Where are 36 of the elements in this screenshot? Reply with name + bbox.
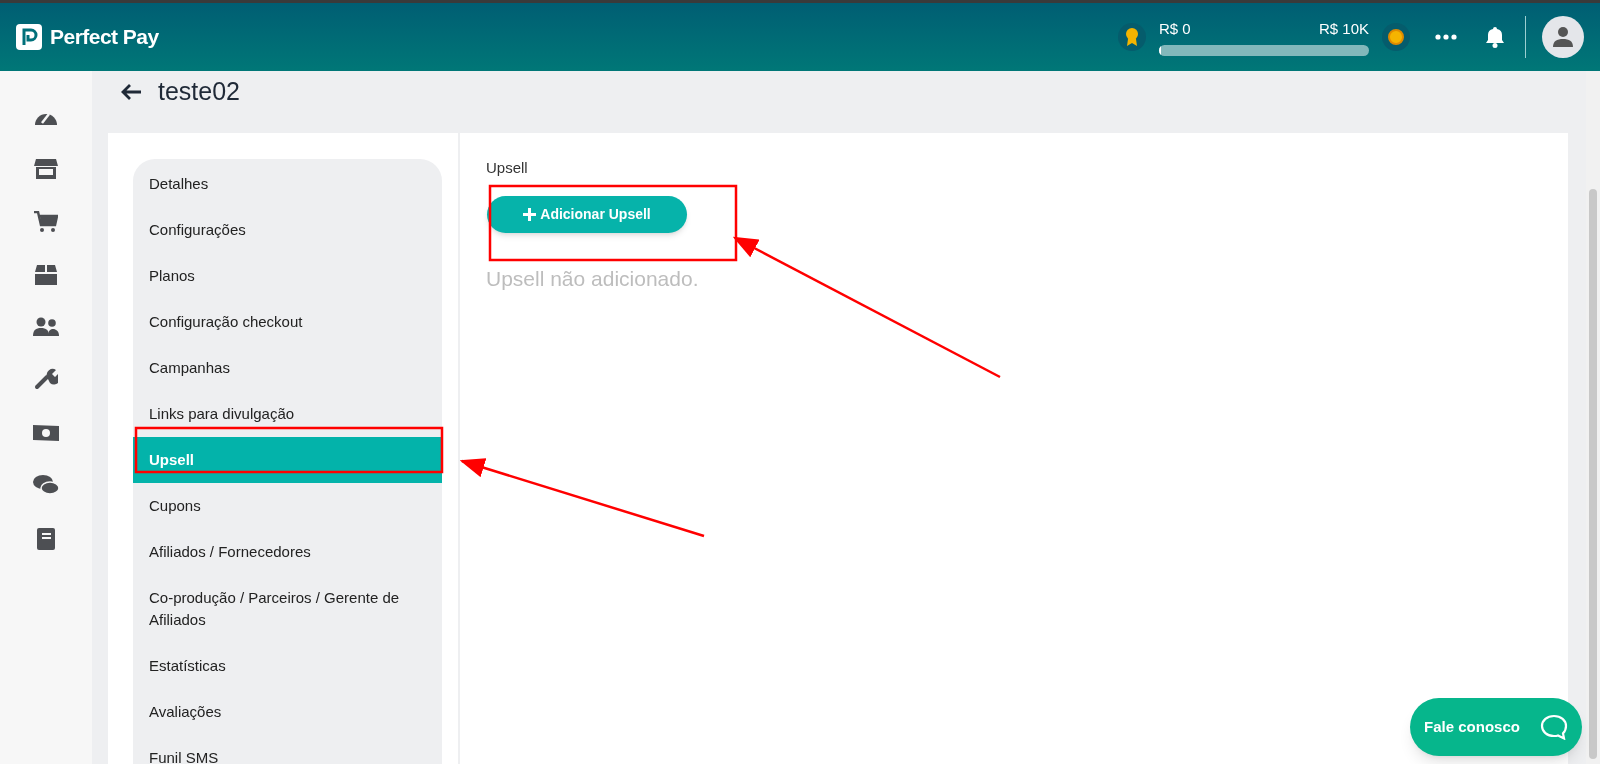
cart-icon[interactable] [34, 211, 58, 233]
menu-item[interactable]: Estatísticas [133, 643, 442, 689]
back-arrow-icon[interactable] [120, 83, 142, 101]
menu-item[interactable]: Configurações [133, 207, 442, 253]
notification-bell-icon[interactable] [1485, 26, 1505, 48]
plus-icon [523, 207, 537, 221]
menu-item[interactable]: Afiliados / Fornecedores [133, 529, 442, 575]
section-heading: Upsell [486, 158, 528, 178]
menu-item[interactable]: Campanhas [133, 345, 442, 391]
progress-start-label: R$ 0 [1159, 19, 1191, 40]
progress-end-label: R$ 10K [1318, 19, 1369, 40]
banknote-icon[interactable] [32, 423, 60, 443]
store-icon[interactable] [34, 158, 58, 180]
brand-name: Perfect Pay [50, 24, 159, 51]
menu-item[interactable]: Co-produção / Parceiros / Gerente de Afiliados [133, 575, 442, 643]
user-avatar[interactable] [1542, 16, 1584, 58]
book-icon[interactable] [36, 527, 56, 551]
wrench-icon[interactable] [34, 368, 58, 392]
menu-item[interactable]: Detalhes [133, 161, 442, 207]
coin-icon [1381, 22, 1411, 52]
medal-icon [1117, 22, 1147, 52]
menu-item[interactable]: Planos [133, 253, 442, 299]
chat-bubble-icon [1539, 714, 1568, 740]
empty-message: Upsell não adicionado. [486, 265, 699, 292]
chat-bubbles-icon[interactable] [33, 474, 59, 496]
menu-item[interactable]: Avaliações [133, 689, 442, 735]
scrollbar-thumb[interactable] [1589, 189, 1597, 759]
menu-item[interactable]: Cupons [133, 483, 442, 529]
menu-item[interactable]: Configuração checkout [133, 299, 442, 345]
more-options-icon[interactable] [1435, 34, 1457, 40]
box-icon[interactable] [34, 264, 58, 286]
users-icon[interactable] [33, 317, 59, 337]
menu-item[interactable]: Links para divulgação [133, 391, 442, 437]
menu-item[interactable]: Funil SMS [133, 735, 442, 764]
logo-icon [16, 24, 42, 50]
page-title: teste02 [158, 76, 240, 108]
